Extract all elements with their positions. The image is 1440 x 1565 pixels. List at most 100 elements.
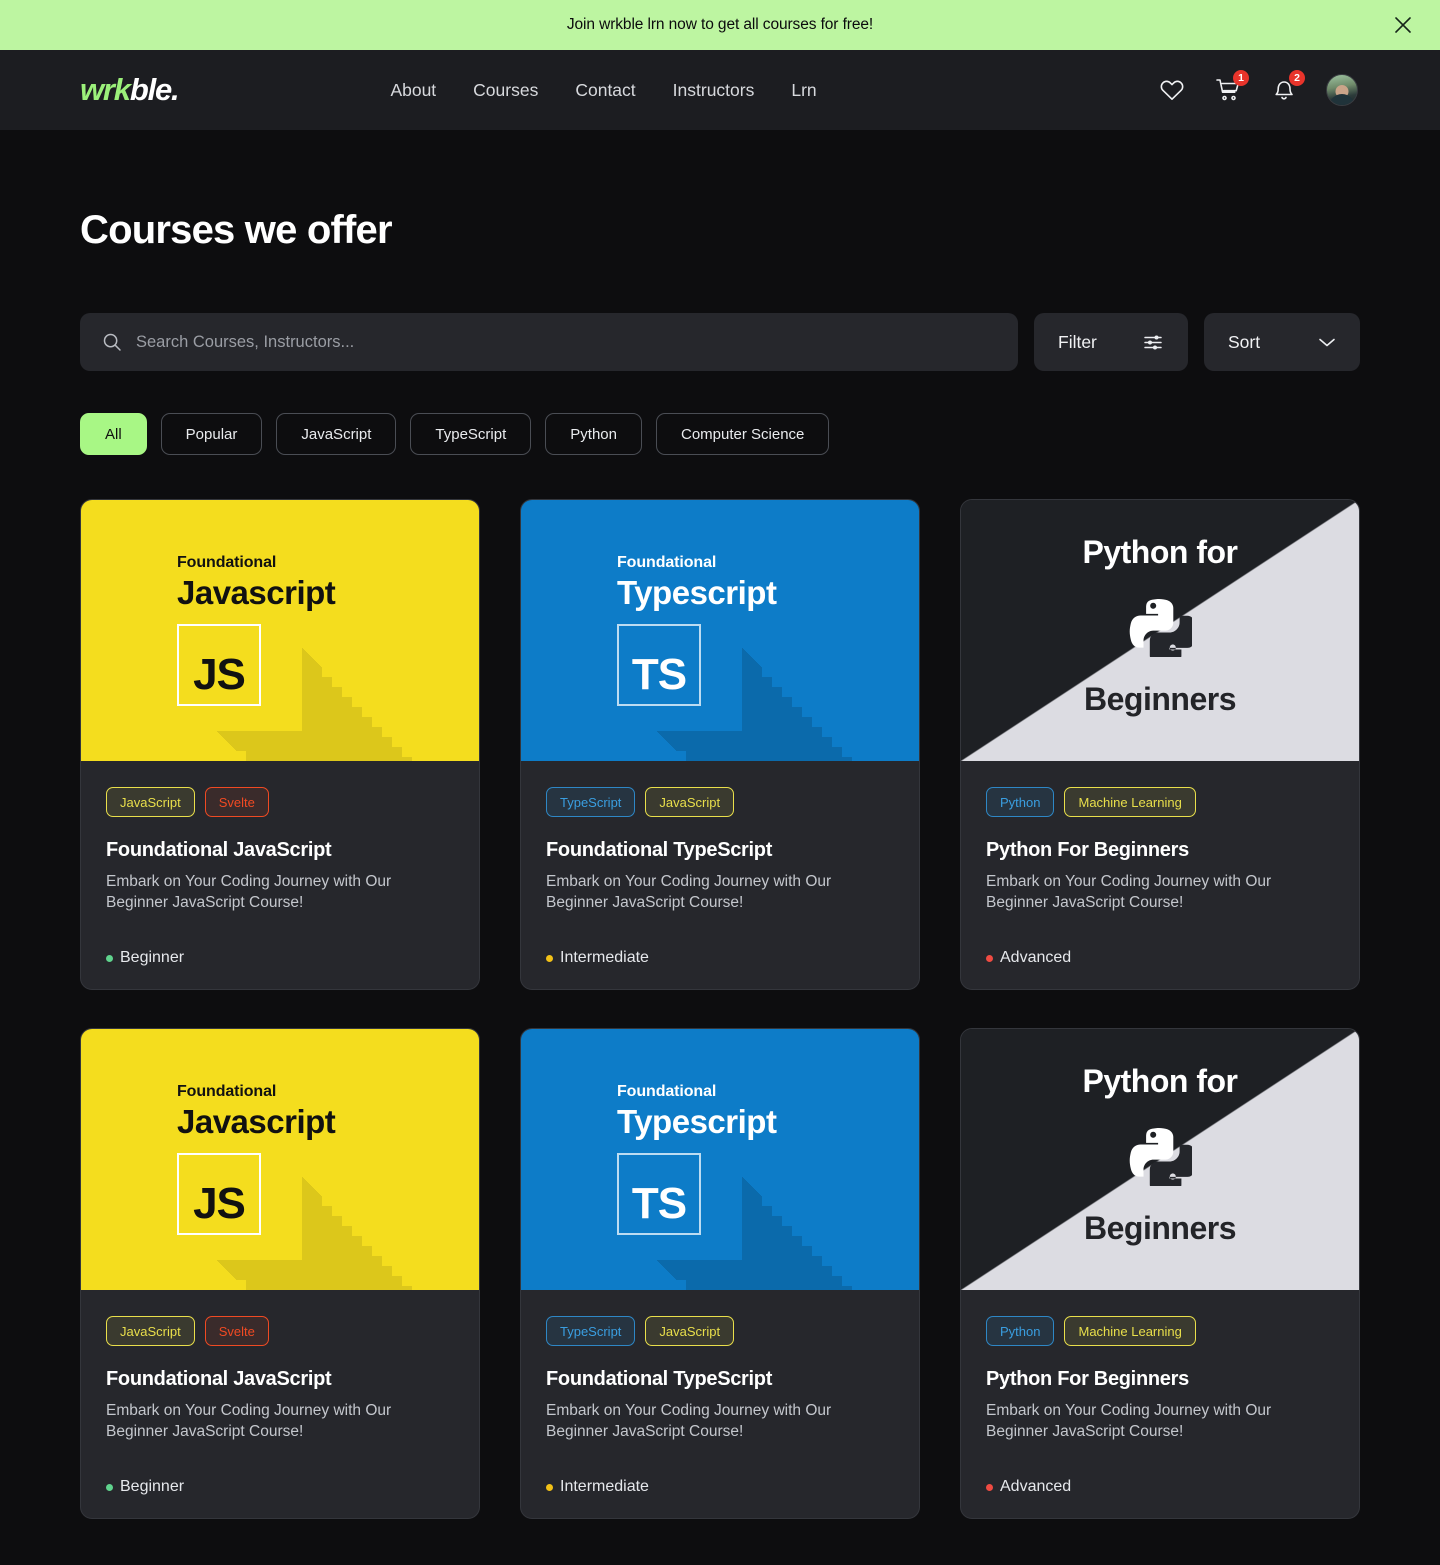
course-tag[interactable]: Machine Learning [1064, 787, 1196, 817]
chevron-down-icon [1318, 336, 1336, 348]
thumbnail-title-top: Python for [1082, 1063, 1238, 1100]
course-tag[interactable]: JavaScript [106, 787, 195, 817]
level-dot [546, 1483, 553, 1491]
course-tag[interactable]: Svelte [204, 787, 269, 817]
course-tag[interactable]: JavaScript [645, 1316, 735, 1347]
nav-item-instructors[interactable]: Instructors [673, 80, 755, 101]
course-card[interactable]: Foundational Javascript JS JavaScript Sv… [80, 499, 480, 991]
course-card[interactable]: Python for Beginners Python Machine Lear… [960, 499, 1360, 991]
filter-button-label: Filter [1058, 331, 1097, 352]
close-icon[interactable] [1388, 10, 1418, 40]
course-card[interactable]: Python for Beginners Python Machine Lear… [960, 1028, 1360, 1520]
announcement-text: Join wrkble lrn now to get all courses f… [566, 16, 874, 33]
avatar[interactable] [1326, 74, 1358, 106]
course-card[interactable]: Foundational Typescript TS TypeScript Ja… [520, 499, 920, 991]
course-level: Advanced [986, 913, 1334, 967]
course-level-label: Advanced [1000, 949, 1072, 967]
sort-button-label: Sort [1228, 331, 1261, 352]
pill-popular[interactable]: Popular [160, 413, 263, 455]
course-card-body: TypeScript JavaScript Foundational TypeS… [521, 1290, 919, 1518]
course-tag[interactable]: JavaScript [645, 787, 735, 817]
brand-logo[interactable]: wrkble. [80, 72, 180, 108]
course-title: Foundational TypeScript [546, 839, 773, 861]
course-card[interactable]: Foundational Typescript TS TypeScript Ja… [520, 1028, 920, 1520]
course-description: Embark on Your Coding Journey with Our B… [106, 873, 392, 911]
nav-item-courses[interactable]: Courses [473, 80, 538, 101]
course-tags: JavaScript Svelte [106, 787, 454, 817]
course-card-body: TypeScript JavaScript Foundational TypeS… [521, 761, 919, 989]
bell-icon[interactable]: 2 [1270, 70, 1305, 104]
course-level: Intermediate [546, 1442, 894, 1496]
course-tag[interactable]: Python [986, 787, 1055, 817]
level-dot [986, 1483, 993, 1491]
course-card-body: JavaScript Svelte Foundational JavaScrip… [81, 1290, 479, 1518]
course-title: Python For Beginners [986, 1368, 1189, 1391]
course-thumbnail-typescript: Foundational Typescript TS [521, 1029, 919, 1291]
nav-item-contact[interactable]: Contact [575, 80, 635, 101]
course-level-label: Intermediate [560, 1478, 649, 1496]
course-level: Beginner [106, 1442, 454, 1496]
course-card-body: JavaScript Svelte Foundational JavaScrip… [81, 761, 479, 989]
cart-badge: 1 [1233, 70, 1249, 86]
pill-javascript[interactable]: JavaScript [276, 413, 397, 455]
search-and-controls: Filter Sort [80, 313, 1360, 371]
course-title: Foundational TypeScript [546, 1368, 773, 1391]
filter-button[interactable]: Filter [1034, 313, 1188, 371]
level-dot [986, 954, 993, 962]
thumbnail-kicker: Foundational [617, 1083, 717, 1101]
thumbnail-badge: TS [617, 1153, 701, 1236]
course-tag[interactable]: TypeScript [546, 787, 636, 817]
thumbnail-title-bottom: Beginners [1084, 681, 1236, 717]
course-description: Embark on Your Coding Journey with Our B… [546, 873, 832, 911]
course-tag[interactable]: JavaScript [106, 1316, 195, 1347]
nav-item-about[interactable]: About [390, 80, 436, 101]
announcement-banner: Join wrkble lrn now to get all courses f… [0, 0, 1440, 50]
course-thumbnail-python: Python for Beginners [961, 500, 1359, 761]
pill-all[interactable]: All [80, 413, 147, 455]
thumbnail-badge: JS [177, 1153, 261, 1236]
thumbnail-badge: TS [617, 624, 701, 706]
course-description: Embark on Your Coding Journey with Our B… [546, 1402, 832, 1440]
python-logo-icon [1128, 1122, 1192, 1187]
search-box[interactable] [80, 313, 1018, 371]
heart-icon[interactable] [1158, 76, 1186, 104]
course-title: Python For Beginners [986, 839, 1189, 861]
course-card-body: Python Machine Learning Python For Begin… [961, 761, 1359, 989]
pill-computer-science[interactable]: Computer Science [655, 413, 830, 455]
course-tag[interactable]: Svelte [204, 1316, 269, 1347]
course-level-label: Advanced [1000, 1478, 1072, 1496]
course-level-label: Intermediate [560, 949, 649, 967]
thumbnail-kicker: Foundational [617, 554, 717, 571]
course-title: Foundational JavaScript [106, 1368, 332, 1391]
course-card[interactable]: Foundational Javascript JS JavaScript Sv… [80, 1028, 480, 1520]
course-description: Embark on Your Coding Journey with Our B… [106, 1402, 392, 1440]
course-thumbnail-javascript: Foundational Javascript JS [81, 1029, 479, 1291]
python-logo-icon [1128, 593, 1192, 657]
course-tag[interactable]: Python [986, 1316, 1055, 1347]
level-dot [106, 1483, 113, 1491]
thumbnail-badge: JS [177, 624, 261, 706]
logo-rest: ble. [129, 72, 180, 107]
course-thumbnail-javascript: Foundational Javascript JS [81, 500, 479, 761]
main-content: Courses we offer Filter Sort [0, 208, 1440, 1520]
course-tags: TypeScript JavaScript [546, 1316, 894, 1347]
thumbnail-title-bottom: Beginners [1084, 1210, 1236, 1247]
course-level-label: Beginner [120, 949, 185, 967]
pill-typescript[interactable]: TypeScript [410, 413, 532, 455]
course-tag[interactable]: Machine Learning [1064, 1316, 1196, 1347]
course-level: Intermediate [546, 913, 894, 967]
search-input[interactable] [136, 332, 996, 352]
course-tags: JavaScript Svelte [106, 1316, 454, 1347]
level-dot [546, 954, 553, 962]
sort-button[interactable]: Sort [1204, 313, 1360, 371]
logo-accent: wrk [80, 72, 131, 107]
thumbnail-title-top: Python for [1082, 534, 1238, 570]
nav-item-lrn[interactable]: Lrn [791, 80, 816, 101]
course-thumbnail-python: Python for Beginners [961, 1029, 1359, 1291]
course-level: Beginner [106, 913, 454, 967]
course-card-body: Python Machine Learning Python For Begin… [961, 1290, 1359, 1518]
pill-python[interactable]: Python [545, 413, 642, 455]
course-grid: Foundational Javascript JS JavaScript Sv… [80, 499, 1360, 1520]
cart-icon[interactable]: 1 [1214, 70, 1249, 104]
course-tag[interactable]: TypeScript [546, 1316, 636, 1347]
